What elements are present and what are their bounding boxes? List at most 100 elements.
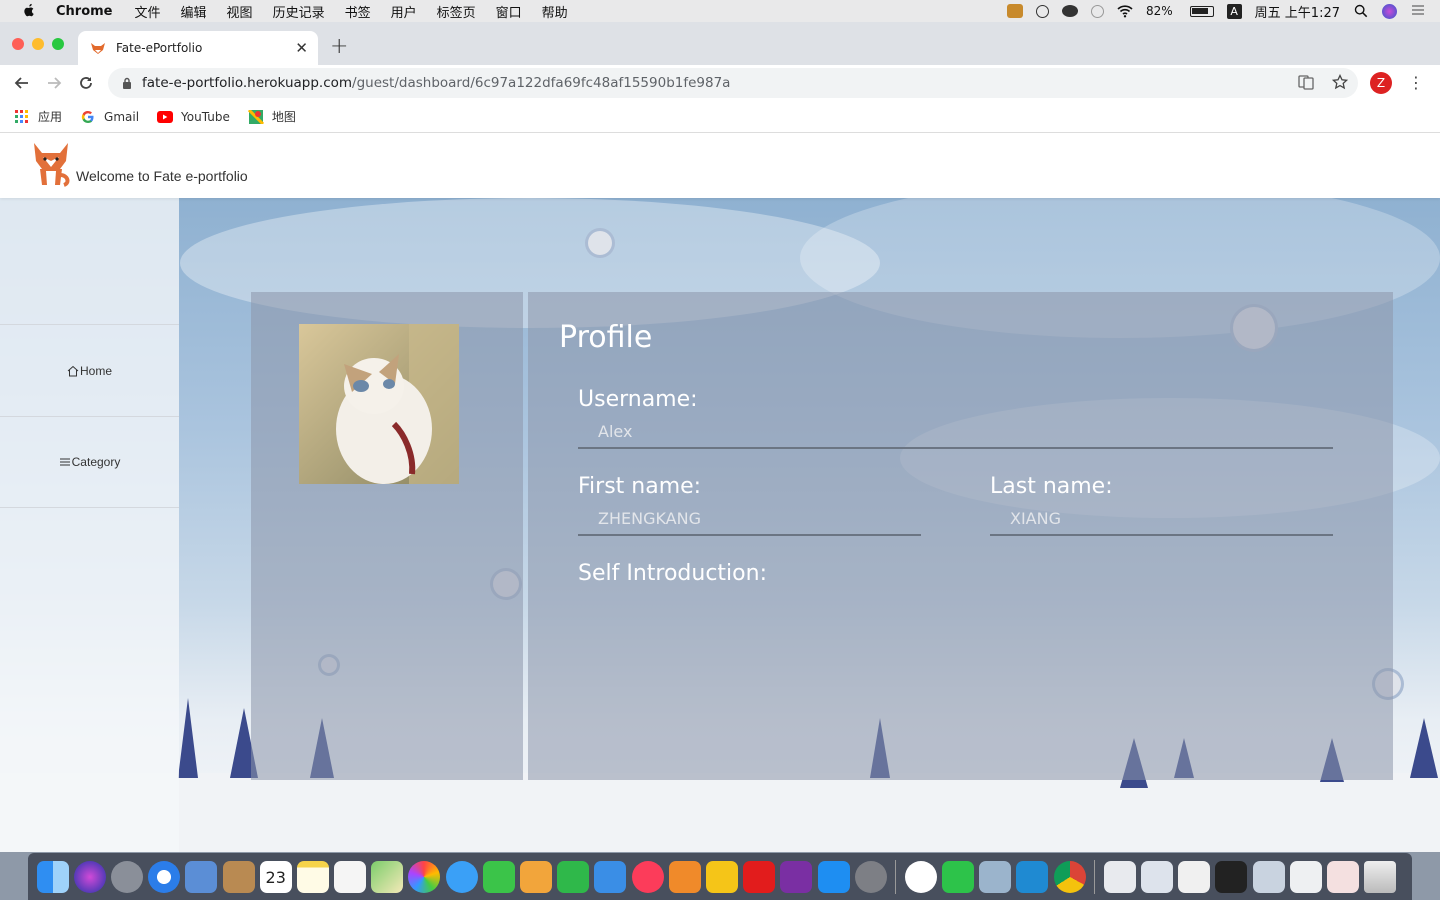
document-thumbnail-icon[interactable] [1326,860,1359,893]
menu-file[interactable]: 文件 [135,2,161,21]
photos-icon[interactable] [408,860,441,893]
books-icon[interactable] [668,860,701,893]
lock-icon[interactable] [122,77,132,89]
username-label: Username: [578,387,698,412]
chrome-icon[interactable] [1053,860,1086,893]
maps-icon [247,109,264,124]
dock-separator [1094,859,1096,894]
menu-window[interactable]: 窗口 [496,2,522,21]
profile-photo[interactable] [299,324,459,484]
first-name-field[interactable]: ZHENGKANG [578,506,921,536]
tab-fate-eportfolio[interactable]: Fate-ePortfolio ✕ [78,31,318,65]
menu-help[interactable]: 帮助 [542,2,568,21]
macos-menubar: Chrome 文件 编辑 视图 历史记录 书签 用户 标签页 窗口 帮助 82%… [0,0,1440,22]
menubar-clock[interactable]: 周五 上午1:27 [1255,2,1340,21]
numbers-icon[interactable] [557,860,590,893]
calendar-icon[interactable]: 23 [259,860,292,893]
contacts-icon[interactable] [222,860,255,893]
finder-icon[interactable] [36,860,69,893]
document-thumbnail-icon[interactable] [1103,860,1136,893]
username-field[interactable]: Alex [578,419,1333,449]
chrome-menu-icon[interactable]: ⋮ [1408,73,1424,92]
spotlight-search-icon[interactable] [1353,4,1369,18]
siri-icon[interactable] [73,860,106,893]
menu-app-name[interactable]: Chrome [56,4,113,19]
forward-arrow-icon [48,77,62,89]
maps-app-icon[interactable] [371,860,404,893]
vscode-icon[interactable] [1016,860,1049,893]
document-thumbnail-icon[interactable] [1252,860,1285,893]
preview-icon[interactable] [185,860,218,893]
system-preferences-icon[interactable] [854,860,887,893]
snow-ground [0,773,1440,852]
keynote-icon[interactable] [594,860,627,893]
apple-menu-icon[interactable] [20,3,38,19]
bookmarks-bar: 应用 Gmail YouTube 地图 [0,101,1440,133]
reload-button[interactable] [76,73,96,93]
battery-icon[interactable] [1189,5,1214,17]
bookmark-star-icon[interactable] [1332,74,1348,90]
app-store-icon[interactable] [817,860,850,893]
music-icon[interactable] [631,860,664,893]
document-thumbnail-icon[interactable] [1178,860,1211,893]
pages-icon[interactable] [520,860,553,893]
jetbrains-icon[interactable] [705,860,738,893]
menu-tabs[interactable]: 标签页 [437,2,476,21]
tab-strip: Fate-ePortfolio ✕ + [0,22,1440,65]
google-icon [81,110,94,123]
snowball-shape [585,228,615,258]
translate-icon[interactable] [1298,74,1314,90]
app-tray-icon[interactable] [1007,4,1023,18]
last-name-field[interactable]: XIANG [990,506,1333,536]
bookmark-apps[interactable]: 应用 [14,108,62,125]
minimize-window-button[interactable] [32,38,44,50]
pine-tree-shape [178,698,198,778]
bookmark-maps[interactable]: 地图 [247,108,296,125]
fox-favicon-icon [91,43,105,54]
safari-icon[interactable] [148,860,181,893]
menu-view[interactable]: 视图 [227,2,253,21]
siri-icon[interactable] [1382,3,1397,19]
sidebar-item-home[interactable]: Home [0,324,179,416]
welcome-text: Welcome to Fate e-portfolio [76,168,248,184]
menu-history[interactable]: 历史记录 [273,2,325,21]
notes-icon[interactable] [296,860,329,893]
facetime-icon[interactable] [482,860,515,893]
wechat-tray-icon[interactable] [1062,5,1078,17]
first-name-label: First name: [578,474,702,499]
input-method-icon[interactable]: A [1226,3,1242,19]
messages-icon[interactable] [445,860,478,893]
launchpad-icon[interactable] [110,860,143,893]
wechat-icon[interactable] [942,860,975,893]
notification-center-icon[interactable] [1410,4,1426,18]
menu-edit[interactable]: 编辑 [181,2,207,21]
bookmark-gmail[interactable]: Gmail [80,110,139,124]
close-window-button[interactable] [12,38,24,50]
wifi-icon[interactable] [1117,4,1133,18]
youdao-dictionary-icon[interactable] [743,860,776,893]
web-page: Welcome to Fate e-portfolio Home Categor… [0,133,1440,852]
image-capture-icon[interactable] [979,860,1012,893]
bookmark-youtube[interactable]: YouTube [157,110,230,124]
close-tab-icon[interactable]: ✕ [295,39,308,57]
zoom-window-button[interactable] [52,38,64,50]
menu-people[interactable]: 用户 [391,2,417,21]
forward-button[interactable] [44,73,64,93]
mongodb-icon[interactable] [904,860,937,893]
profile-panel: Profile Username: Alex First name: ZHENG… [528,292,1393,780]
profile-avatar[interactable]: Z [1370,72,1392,94]
reminders-icon[interactable] [334,860,367,893]
search-tray-icon[interactable] [1036,4,1049,18]
menu-bookmarks[interactable]: 书签 [345,2,371,21]
new-tab-button[interactable]: + [330,34,348,59]
document-thumbnail-icon[interactable] [1141,860,1174,893]
onenote-icon[interactable] [780,860,813,893]
address-bar[interactable]: fate-e-portfolio.herokuapp.com/guest/das… [108,68,1358,98]
back-button[interactable] [12,73,32,93]
sync-tray-icon[interactable] [1091,4,1104,18]
terminal-thumbnail-icon[interactable] [1215,860,1248,893]
fox-logo-icon[interactable] [30,141,72,187]
document-thumbnail-icon[interactable] [1289,860,1322,893]
trash-icon[interactable] [1364,860,1397,893]
sidebar-item-category[interactable]: Category [0,416,179,508]
